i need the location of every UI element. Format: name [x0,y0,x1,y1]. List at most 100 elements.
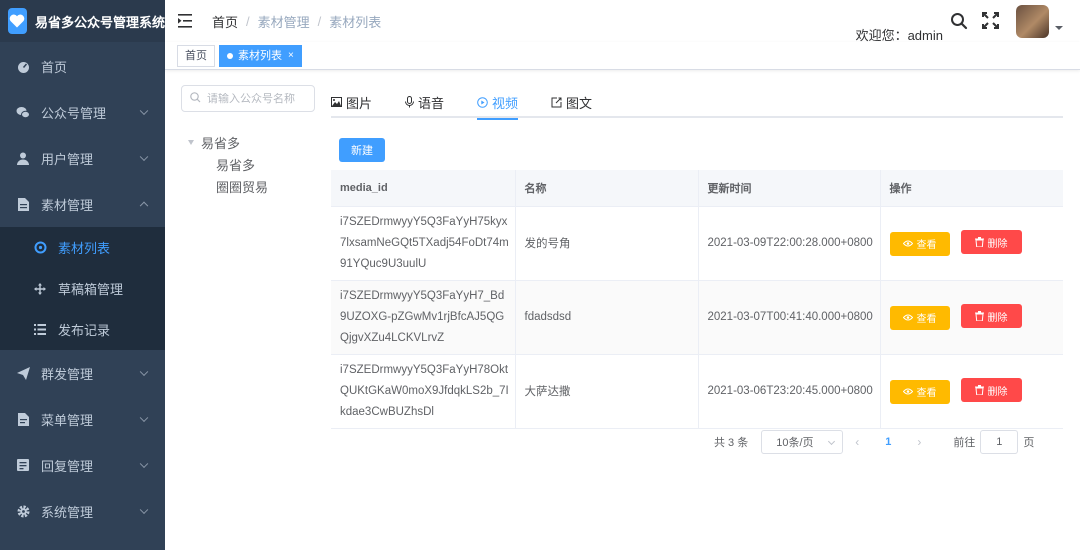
name-cell: fdadsdsd [515,280,699,355]
chevron-down-icon [139,106,149,116]
hamburger-icon[interactable] [178,13,194,29]
sidebar-item-label: 草稿箱管理 [58,282,124,297]
total-count: 共 3 条 [714,437,749,449]
sidebar-item-label: 群发管理 [41,366,94,382]
sidebar-item-system[interactable]: 系统管理 [0,488,165,534]
tree-node-root[interactable]: 易省多 [181,131,315,153]
breadcrumb-separator: / [317,13,322,29]
actions-cell: 查看 删除 [880,354,1063,429]
tab-label: 图片 [346,95,373,111]
page-size-select[interactable]: 10条/页 [761,430,844,454]
move-icon [33,282,47,296]
chevron-down-icon [828,437,836,446]
tab-video[interactable]: 视频 [477,86,519,120]
account-tree: 易省多 易省多 圈圈贸易 [181,131,315,197]
table-row: i7SZEDrmwyyY5Q3FaYyH7_Bd9UZOXG-pZGwMv1rj… [331,280,1063,355]
search-icon [190,91,201,106]
actions-cell: 查看 删除 [880,206,1063,281]
table-row: i7SZEDrmwyyY5Q3FaYyH75kyx7lxsamNeGQt5TXa… [331,206,1063,281]
chevron-up-icon [139,201,149,211]
search-icon[interactable] [950,12,968,30]
image-icon [331,97,342,107]
column-header-updated: 更新时间 [698,170,881,207]
video-icon [477,96,488,108]
material-type-tabs: 图片 语音 视频 图文 [331,86,1063,120]
sidebar-item-users[interactable]: 用户管理 [0,135,165,181]
menu-doc-icon [16,412,30,426]
delete-button[interactable]: 删除 [960,378,1022,403]
avatar[interactable] [1016,5,1049,38]
eye-icon [902,314,913,321]
breadcrumb-home[interactable]: 首页 [212,12,238,31]
tag-home[interactable]: 首页 [177,44,215,67]
sidebar-item-materials[interactable]: 素材管理 [0,181,165,227]
prev-page-icon[interactable]: ‹ [855,435,859,449]
view-button[interactable]: 查看 [889,379,950,404]
chevron-down-icon [139,367,149,377]
name-cell: 大萨达撒 [515,354,699,429]
material-table: media_id 名称 更新时间 操作 i7SZEDrmwyyY5Q3FaYyH… [331,170,1063,429]
sidebar-item-label: 发布记录 [58,323,111,338]
column-header-media-id: media_id [331,170,516,207]
sidebar: 易省多公众号管理系统 首页 公众号管理 用户管理 素材管理 素材列表 草稿箱管理… [0,0,165,550]
updated-cell: 2021-03-07T00:41:40.000+0800 [698,280,881,355]
tab-label: 语音 [418,95,445,111]
trash-icon [974,385,984,396]
caret-down-icon[interactable] [188,139,194,145]
tree-node-child[interactable]: 易省多 [181,153,315,175]
sidebar-item-publish-records[interactable]: 发布记录 [0,309,165,350]
delete-label: 删除 [987,312,1008,324]
view-label: 查看 [916,240,937,252]
next-page-icon[interactable]: › [917,435,921,449]
document-icon [16,197,30,211]
tag-label: 素材列表 [238,49,282,62]
tree-node-label: 易省多 [216,157,256,173]
breadcrumb-materials: 素材管理 [257,14,310,30]
goto-page-input[interactable] [980,430,1019,454]
eye-icon [902,240,913,247]
sidebar-item-menus[interactable]: 菜单管理 [0,396,165,442]
delete-button[interactable]: 删除 [960,304,1022,329]
goto-page: 前往 页 [953,430,1034,454]
tab-image[interactable]: 图片 [331,86,372,118]
sidebar-item-material-list[interactable]: 素材列表 [0,227,165,268]
sidebar-item-replies[interactable]: 回复管理 [0,442,165,488]
page-size-value: 10条/页 [776,437,814,449]
submenu-materials: 素材列表 草稿箱管理 发布记录 [0,227,165,350]
caret-down-icon[interactable] [1055,26,1063,30]
pagination: 共 3 条 10条/页 ‹ 1 › 前往 页 [714,430,1034,454]
tree-node-child[interactable]: 圈圈贸易 [181,175,315,197]
account-tree-panel: 易省多 易省多 圈圈贸易 [181,85,315,197]
media-id-cell: i7SZEDrmwyyY5Q3FaYyH78OktQUKtGKaW0moX9Jf… [340,363,509,418]
page-number[interactable]: 1 [885,436,891,448]
sidebar-item-label: 回复管理 [41,458,94,474]
send-icon [16,366,30,380]
tab-voice[interactable]: 语音 [405,86,444,118]
trash-icon [974,237,984,248]
new-material-button[interactable]: 新建 [339,138,385,162]
name-cell: 发的号角 [515,206,699,281]
sidebar-item-label: 素材列表 [58,241,111,256]
media-id-cell: i7SZEDrmwyyY5Q3FaYyH75kyx7lxsamNeGQt5TXa… [340,215,509,270]
tag-material-list[interactable]: 素材列表 × [219,44,302,67]
app-title: 易省多公众号管理系统 [34,14,165,30]
dashboard-icon [16,59,30,73]
sidebar-item-wechat[interactable]: 公众号管理 [0,89,165,135]
tab-article[interactable]: 图文 [551,86,592,118]
sidebar-item-broadcast[interactable]: 群发管理 [0,350,165,396]
sidebar-item-label: 用户管理 [41,151,94,167]
account-search-box [181,85,315,112]
tree-node-label: 易省多 [201,135,241,151]
chevron-down-icon [139,459,149,469]
eye-icon [902,388,913,395]
tag-label: 首页 [185,49,207,62]
view-button[interactable]: 查看 [889,305,950,330]
close-icon[interactable]: × [288,46,294,66]
delete-button[interactable]: 删除 [960,230,1022,255]
sidebar-item-home[interactable]: 首页 [0,43,165,89]
view-button[interactable]: 查看 [889,231,950,256]
fullscreen-icon[interactable] [982,12,1000,30]
sidebar-item-drafts[interactable]: 草稿箱管理 [0,268,165,309]
trash-icon [974,311,984,322]
account-search-input[interactable] [207,92,307,105]
